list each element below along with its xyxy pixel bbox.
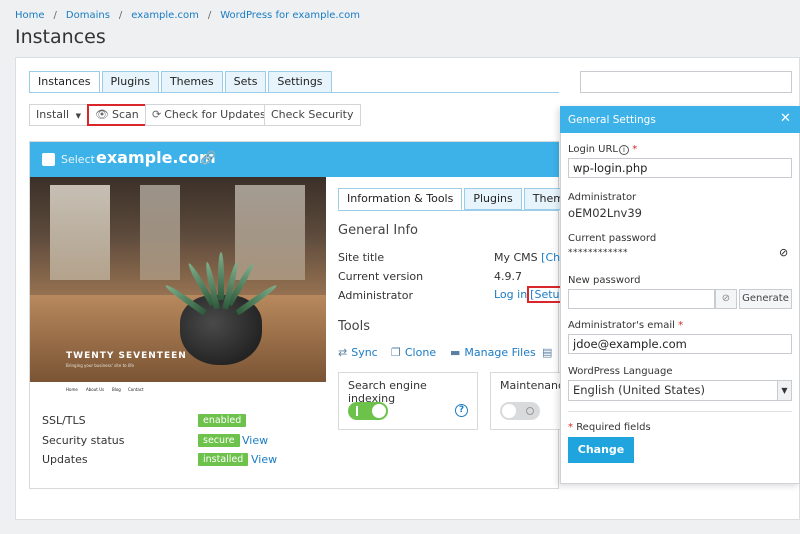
- screenshot-nav-item: About Us: [86, 387, 105, 392]
- screenshot-theme-name: TWENTY SEVENTEEN: [66, 351, 187, 361]
- screenshot-nav-item: Home: [66, 387, 78, 392]
- instance-tabs-divider: [338, 210, 559, 211]
- site-name-link[interactable]: example.com: [96, 148, 216, 167]
- screenshot-nav: Home About Us Blog Contact: [30, 382, 326, 398]
- required-fields-note: * Required fields: [568, 422, 651, 433]
- breadcrumb: Home / Domains / example.com / WordPress for e…: [15, 10, 360, 21]
- tab-plugins[interactable]: Plugins: [101, 71, 159, 93]
- maintenance-label: Maintenanc: [500, 379, 565, 392]
- install-label: Install: [36, 108, 70, 121]
- email-input[interactable]: jdoe@example.com: [568, 334, 792, 354]
- check-updates-button[interactable]: ⟳ Check for Updates: [145, 104, 273, 126]
- site-screenshot[interactable]: TWENTY SEVENTEEN Bringing your business'…: [30, 177, 326, 398]
- breadcrumb-home[interactable]: Home: [15, 10, 45, 21]
- check-updates-label: Check for Updates: [164, 108, 266, 121]
- caret-down-icon: ▼: [75, 112, 82, 120]
- eye-icon: 👁: [95, 108, 109, 121]
- administrator-field-label: Administrator: [568, 192, 637, 203]
- page-title: Instances: [15, 26, 106, 48]
- general-info-title: General Info: [338, 223, 418, 238]
- dialog-divider: [568, 411, 792, 412]
- security-status-label: Security status: [42, 434, 125, 447]
- screenshot-tagline: Bringing your business' site to life: [66, 363, 134, 368]
- more-tool[interactable]: ▤: [542, 346, 556, 359]
- dialog-title: General Settings: [568, 114, 656, 126]
- maintenance-toggle[interactable]: [500, 402, 540, 420]
- info-icon[interactable]: i: [619, 145, 629, 155]
- close-icon[interactable]: ✕: [780, 111, 791, 126]
- change-button[interactable]: Change: [568, 437, 634, 463]
- check-security-button[interactable]: Check Security: [264, 104, 361, 126]
- select-label: Select: [61, 153, 95, 166]
- sync-icon: ⇄: [338, 346, 348, 359]
- version-value: 4.9.7: [494, 270, 522, 283]
- tab-instance-plugins[interactable]: Plugins: [464, 188, 522, 210]
- version-label: Current version: [338, 270, 424, 283]
- clone-tool[interactable]: ❐ Clone: [391, 346, 436, 359]
- security-view-link[interactable]: View: [242, 434, 268, 447]
- new-password-input[interactable]: [568, 289, 715, 309]
- tab-instances[interactable]: Instances: [29, 71, 100, 93]
- scan-button[interactable]: 👁 Scan: [87, 104, 147, 126]
- search-input[interactable]: [580, 71, 792, 93]
- email-label: Administrator's email *: [568, 320, 684, 331]
- current-password-value: ************: [568, 248, 628, 258]
- language-label: WordPress Language: [568, 366, 673, 377]
- check-security-label: Check Security: [271, 108, 354, 121]
- show-password-icon[interactable]: ⊘: [715, 289, 737, 309]
- login-url-input[interactable]: wp-login.php: [568, 158, 792, 178]
- main-tabs: Instances Plugins Themes Sets Settings: [29, 71, 334, 93]
- administrator-label: Administrator: [338, 289, 413, 302]
- tab-sets[interactable]: Sets: [224, 71, 267, 93]
- select-checkbox[interactable]: [42, 153, 55, 166]
- generate-button[interactable]: Generate: [739, 289, 792, 309]
- help-icon[interactable]: ?: [455, 404, 468, 417]
- administrator-field-value: oEM02Lnv39: [568, 206, 642, 220]
- clone-icon: ❐: [391, 346, 401, 359]
- manage-files-tool[interactable]: ▬ Manage Files: [450, 346, 536, 359]
- updates-badge: installed: [198, 453, 249, 466]
- new-password-label: New password: [568, 275, 641, 286]
- scan-label: Scan: [111, 108, 139, 121]
- folder-icon: ▬: [450, 346, 461, 359]
- link-icon[interactable]: 🔗: [200, 151, 216, 166]
- ssl-label: SSL/TLS: [42, 414, 86, 427]
- required-asterisk: *: [632, 144, 638, 155]
- tab-information-tools[interactable]: Information & Tools: [338, 188, 463, 210]
- updates-view-link[interactable]: View: [251, 453, 277, 466]
- screenshot-nav-item: Contact: [128, 387, 144, 392]
- maintenance-box: Maintenanc: [490, 372, 564, 430]
- install-button[interactable]: Install ▼: [29, 104, 89, 126]
- log-in-link[interactable]: Log in: [494, 288, 527, 301]
- chevron-down-icon[interactable]: ▼: [777, 381, 791, 400]
- eye-slash-icon[interactable]: ⊘: [779, 246, 788, 259]
- tools-title: Tools: [338, 319, 371, 334]
- required-asterisk: *: [678, 320, 684, 331]
- site-title-label: Site title: [338, 251, 385, 264]
- login-url-label: Login URL i *: [568, 144, 638, 155]
- search-indexing-box: Search engine indexing: [338, 372, 478, 430]
- tabs-divider: [29, 92, 559, 93]
- tab-settings[interactable]: Settings: [268, 71, 332, 93]
- breadcrumb-domain[interactable]: example.com: [131, 10, 199, 21]
- updates-label: Updates: [42, 453, 88, 466]
- document-icon: ▤: [542, 346, 553, 359]
- breadcrumb-wordpress[interactable]: WordPress for example.com: [220, 10, 360, 21]
- breadcrumb-domains[interactable]: Domains: [66, 10, 110, 21]
- security-badge: secure: [198, 434, 240, 447]
- current-password-label: Current password: [568, 233, 657, 244]
- refresh-icon: ⟳: [152, 108, 162, 121]
- tab-themes[interactable]: Themes: [160, 71, 223, 93]
- ssl-badge: enabled: [198, 414, 247, 427]
- sync-tool[interactable]: ⇄ Sync: [338, 346, 378, 359]
- language-select[interactable]: English (United States): [568, 380, 792, 401]
- search-indexing-toggle[interactable]: [348, 402, 388, 420]
- screenshot-nav-item: Blog: [112, 387, 121, 392]
